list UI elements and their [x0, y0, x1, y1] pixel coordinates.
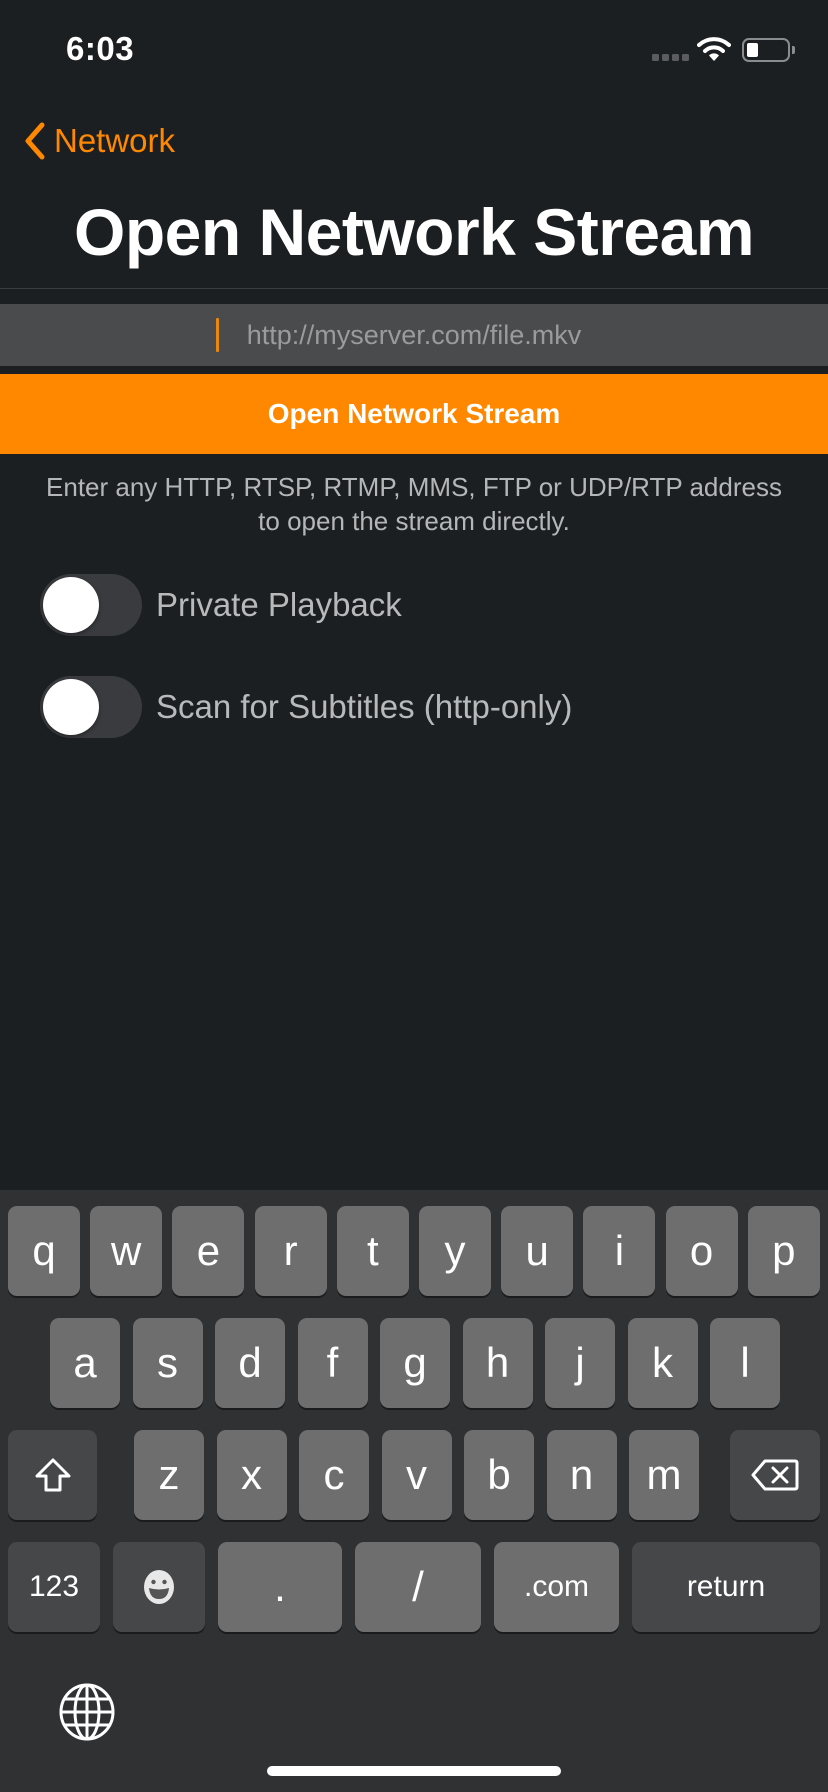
key-f[interactable]: f	[297, 1318, 368, 1408]
scan-subtitles-label: Scan for Subtitles (http-only)	[156, 688, 573, 725]
cellular-signal-icon	[652, 54, 689, 61]
key-k[interactable]: k	[627, 1318, 698, 1408]
key-l[interactable]: l	[710, 1318, 780, 1408]
key-h[interactable]: h	[462, 1318, 533, 1408]
shift-key[interactable]	[8, 1430, 97, 1520]
emoji-icon	[144, 1570, 174, 1604]
scan-subtitles-row: Scan for Subtitles (http-only)	[40, 676, 572, 738]
key-g[interactable]: g	[380, 1318, 450, 1408]
wifi-icon	[697, 37, 731, 61]
return-key[interactable]: return	[632, 1542, 820, 1632]
private-playback-row: Private Playback	[40, 574, 402, 636]
key-p[interactable]: p	[747, 1206, 820, 1296]
open-network-stream-button[interactable]: Open Network Stream	[0, 374, 828, 454]
private-playback-toggle[interactable]	[40, 574, 142, 636]
key-t[interactable]: t	[336, 1206, 409, 1296]
delete-key[interactable]	[730, 1430, 820, 1520]
key-j[interactable]: j	[545, 1318, 615, 1408]
url-input[interactable]	[0, 304, 828, 366]
key-n[interactable]: n	[546, 1430, 617, 1520]
battery-tip	[792, 46, 795, 54]
text-caret	[216, 318, 219, 352]
numbers-key[interactable]: 123	[8, 1542, 100, 1632]
chevron-left-icon	[25, 122, 45, 160]
shift-icon	[35, 1458, 70, 1492]
key-z[interactable]: z	[134, 1430, 204, 1520]
keyboard: qwertyuiop asdfghjkl zxcvbnm 123 . / .co…	[0, 1190, 828, 1792]
dot-key[interactable]: .	[218, 1542, 342, 1632]
toggle-knob	[43, 679, 99, 735]
status-bar: 6:03	[0, 0, 828, 100]
key-w[interactable]: w	[90, 1206, 163, 1296]
emoji-key[interactable]	[113, 1542, 205, 1632]
slash-key[interactable]: /	[355, 1542, 481, 1632]
nav-separator	[0, 288, 828, 289]
help-text: Enter any HTTP, RTSP, RTMP, MMS, FTP or …	[0, 470, 828, 538]
delete-icon	[751, 1459, 799, 1491]
key-q[interactable]: q	[8, 1206, 80, 1296]
key-o[interactable]: o	[665, 1206, 738, 1296]
dotcom-key[interactable]: .com	[494, 1542, 619, 1632]
key-i[interactable]: i	[583, 1206, 656, 1296]
scan-subtitles-toggle[interactable]	[40, 676, 142, 738]
battery-icon	[742, 38, 790, 62]
help-text-line-1: Enter any HTTP, RTSP, RTMP, MMS, FTP or …	[46, 472, 782, 502]
globe-icon[interactable]	[58, 1683, 116, 1741]
key-a[interactable]: a	[50, 1318, 120, 1408]
key-y[interactable]: y	[419, 1206, 491, 1296]
key-c[interactable]: c	[299, 1430, 369, 1520]
help-text-line-2: to open the stream directly.	[258, 506, 570, 536]
key-r[interactable]: r	[254, 1206, 327, 1296]
key-m[interactable]: m	[629, 1430, 699, 1520]
back-button[interactable]: Network	[22, 118, 175, 164]
key-u[interactable]: u	[501, 1206, 574, 1296]
key-d[interactable]: d	[215, 1318, 285, 1408]
key-s[interactable]: s	[132, 1318, 203, 1408]
private-playback-label: Private Playback	[156, 586, 402, 623]
url-field-container	[0, 304, 828, 366]
home-indicator	[267, 1766, 561, 1776]
page-title: Open Network Stream	[73, 195, 755, 269]
key-e[interactable]: e	[172, 1206, 245, 1296]
key-b[interactable]: b	[464, 1430, 534, 1520]
toggle-knob	[43, 577, 99, 633]
key-v[interactable]: v	[381, 1430, 452, 1520]
back-button-label: Network	[54, 122, 176, 159]
status-time: 6:03	[66, 30, 135, 67]
key-x[interactable]: x	[216, 1430, 287, 1520]
